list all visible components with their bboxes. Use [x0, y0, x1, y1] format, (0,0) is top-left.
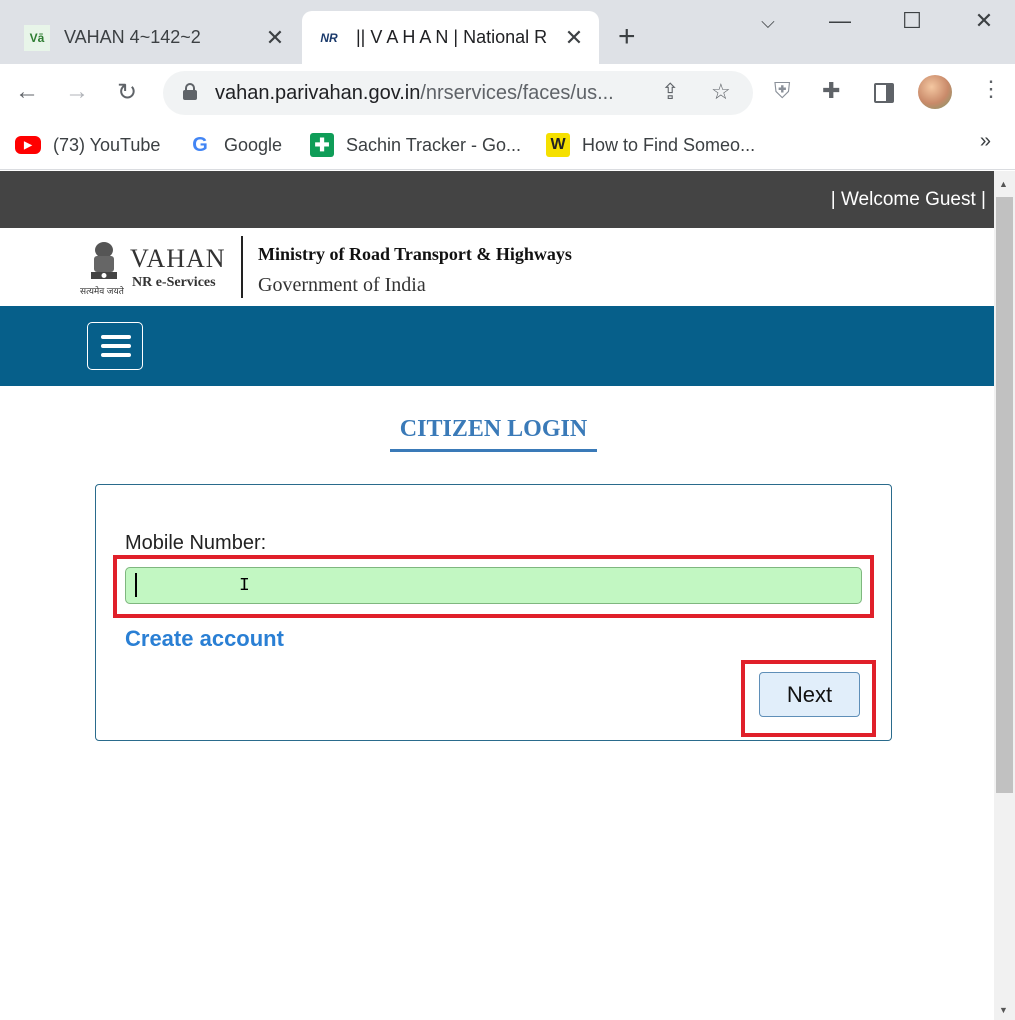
- minimize-icon[interactable]: —: [820, 8, 860, 34]
- brand-divider: [241, 236, 243, 298]
- w-icon: W: [546, 133, 570, 157]
- forward-arrow-icon[interactable]: →: [62, 78, 92, 106]
- bookmarks-bar: ▶ (73) YouTube G Google ✚ Sachin Tracker…: [0, 120, 1015, 170]
- window-close-icon[interactable]: ✕: [964, 8, 1004, 34]
- vahan-favicon-icon: Vā: [24, 24, 50, 51]
- welcome-text: | Welcome Guest |: [830, 189, 986, 210]
- sheets-icon: ✚: [310, 133, 334, 157]
- browser-tab-vahan[interactable]: Vā VAHAN 4~142~2 ✕: [10, 11, 300, 64]
- bookmark-youtube[interactable]: ▶ (73) YouTube: [15, 130, 160, 160]
- tab-close-icon[interactable]: ✕: [260, 25, 290, 51]
- menu-bar: [101, 335, 131, 339]
- extensions-puzzle-icon[interactable]: ✚: [822, 78, 840, 104]
- highlight-box-next-button: [741, 660, 876, 737]
- bookmark-how-to-find[interactable]: W How to Find Someo...: [546, 130, 755, 160]
- bookmark-label: Google: [224, 134, 283, 155]
- scroll-up-arrow-icon[interactable]: ▲: [999, 179, 1008, 189]
- scroll-down-arrow-icon[interactable]: ▼: [999, 1005, 1008, 1015]
- back-arrow-icon[interactable]: ←: [12, 78, 42, 106]
- emblem-motto: सत्यमेव जयते: [80, 286, 124, 296]
- menu-bar: [101, 353, 131, 357]
- bookmarks-overflow-icon[interactable]: »: [980, 130, 991, 153]
- hamburger-menu-button[interactable]: [87, 322, 143, 370]
- logo-subtitle: NR e-Services: [132, 275, 216, 290]
- highlight-box-mobile-input: [113, 555, 874, 618]
- browser-toolbar: ← → ↻ vahan.parivahan.gov.in/nrservices/…: [0, 64, 1015, 120]
- login-card: Mobile Number: I Create account Next: [95, 484, 892, 741]
- bookmark-google[interactable]: G Google: [188, 130, 282, 160]
- page-content: | Welcome Guest | सत्यमेव जयते VAHAN NR …: [0, 171, 994, 1020]
- bookmark-label: How to Find Someo...: [582, 134, 756, 155]
- tab-close-icon[interactable]: ✕: [559, 25, 589, 51]
- bookmark-sachin-tracker[interactable]: ✚ Sachin Tracker - Go...: [310, 130, 521, 160]
- bookmark-label: (73) YouTube: [53, 134, 161, 155]
- tab-title: VAHAN 4~142~2: [64, 27, 201, 47]
- new-tab-button[interactable]: +: [618, 20, 636, 54]
- lock-icon[interactable]: [183, 83, 197, 100]
- main-navbar: [0, 306, 994, 386]
- create-account-link[interactable]: Create account: [125, 626, 284, 652]
- scroll-thumb[interactable]: [996, 197, 1013, 793]
- tab-title: || V A H A N | National R: [356, 27, 548, 47]
- ministry-name: Ministry of Road Transport & Highways: [258, 244, 572, 264]
- maximize-icon[interactable]: ☐: [892, 8, 932, 34]
- reload-icon[interactable]: ↻: [112, 78, 142, 107]
- page-scrollbar[interactable]: ▲ ▼: [994, 171, 1015, 1020]
- government-name: Government of India: [258, 274, 426, 296]
- logo-title: VAHAN: [130, 244, 226, 273]
- menu-bar: [101, 344, 131, 348]
- brand-header: सत्यमेव जयते VAHAN NR e-Services Ministr…: [0, 228, 994, 306]
- bookmark-star-icon[interactable]: ☆: [711, 79, 731, 105]
- google-icon: G: [192, 133, 208, 156]
- top-strip: | Welcome Guest |: [0, 171, 994, 228]
- page-title: CITIZEN LOGIN: [390, 416, 597, 452]
- browser-tab-bar: Vā VAHAN 4~142~2 ✕ NR || V A H A N | Nat…: [0, 0, 1015, 64]
- profile-avatar[interactable]: [918, 75, 952, 109]
- shield-extension-icon[interactable]: ⛨: [774, 78, 791, 104]
- browser-tab-national-register[interactable]: NR || V A H A N | National R ✕: [302, 11, 599, 64]
- nr-favicon-icon: NR: [320, 30, 338, 45]
- url-text[interactable]: vahan.parivahan.gov.in/nrservices/faces/…: [215, 82, 645, 105]
- mobile-number-label: Mobile Number:: [125, 532, 267, 554]
- bookmark-label: Sachin Tracker - Go...: [346, 134, 522, 155]
- menu-kebab-icon[interactable]: ⋮: [980, 76, 1002, 102]
- youtube-icon: ▶: [15, 136, 41, 154]
- share-icon[interactable]: ⇪: [661, 79, 679, 105]
- side-panel-icon[interactable]: [874, 83, 894, 103]
- tab-search-chevron-icon[interactable]: ⌵: [748, 12, 788, 33]
- address-bar[interactable]: vahan.parivahan.gov.in/nrservices/faces/…: [163, 71, 753, 115]
